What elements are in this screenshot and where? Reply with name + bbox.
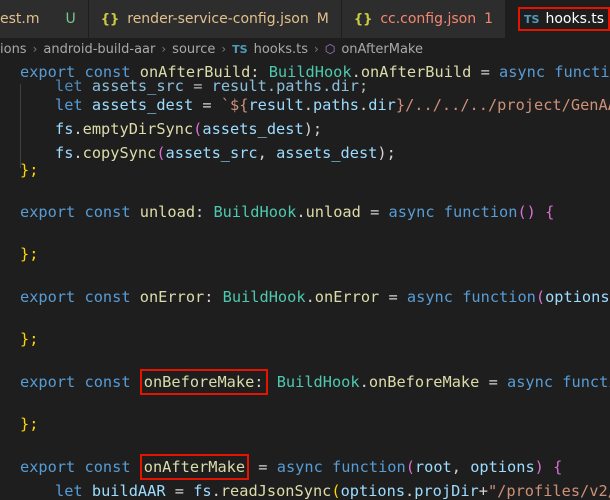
typescript-file-icon: TS [524,12,540,26]
chevron-right-icon: › [32,42,38,56]
tab-label: cc.config.json [380,11,477,27]
tab-label: est.m [0,11,40,27]
chevron-right-icon: › [161,42,167,56]
tab-render-service-config[interactable]: {} render-service-config.json M [88,0,342,38]
code-editor[interactable]: export const onAfterBuild: BuildHook.onA… [0,60,610,500]
typescript-file-icon: TS [232,42,248,56]
breadcrumb-item[interactable]: hooks.ts [254,42,308,57]
tab-cc-config[interactable]: {} cc.config.json 1 [341,0,507,38]
json-file-icon: {} [100,11,120,27]
breadcrumb-item[interactable]: android-build-aar [43,42,155,57]
code-line: }; [20,415,39,433]
code-line: }; [20,245,39,263]
tab-est-m[interactable]: est.m U [0,0,89,38]
tab-label: render-service-config.json [127,11,309,27]
code-line: export const unload: BuildHook.unload = … [20,203,555,221]
tab-hooks-ts[interactable]: TS hooks.ts [506,0,610,38]
tab-label: hooks.ts [545,11,605,27]
breadcrumb: ions › android-build-aar › source › TS h… [0,38,610,60]
function-cube-icon: ⬡ [324,42,336,56]
json-file-icon: {} [353,11,373,27]
code-line: let buildAAR = fs.readJsonSync(options.p… [55,482,610,500]
breadcrumb-item[interactable]: source [172,42,215,57]
code-line: }; [20,330,39,348]
untracked-badge: U [65,11,76,27]
highlight-box: onBeforeMake: [139,369,268,395]
code-line: }; [20,161,39,179]
code-line: export const onBeforeMake: BuildHook.onB… [20,368,610,396]
chevron-right-icon: › [314,42,319,56]
highlight-box: TS hooks.ts [518,7,610,31]
code-line: fs.copySync(assets_src, assets_dest); [55,144,396,162]
chevron-right-icon: › [221,42,227,56]
breadcrumb-item[interactable]: ions [0,42,27,57]
code-line: export const onError: BuildHook.onError … [20,288,610,306]
modified-badge: M [316,11,329,27]
breadcrumb-item[interactable]: onAfterMake [341,42,423,57]
editor-tab-bar: est.m U {} render-service-config.json M … [0,0,610,38]
problem-count-badge: 1 [484,11,494,27]
